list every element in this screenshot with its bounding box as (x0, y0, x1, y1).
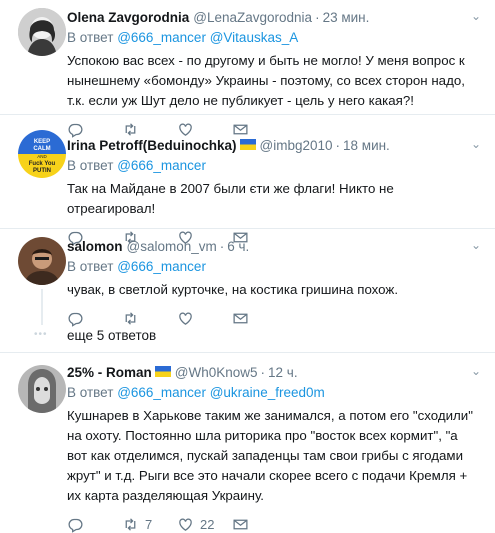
heart-icon (179, 518, 192, 531)
reply-context: В ответ @666_mancer (67, 157, 481, 175)
retweet-icon (125, 311, 136, 325)
show-more-replies-link[interactable]: еще 5 ответов (67, 328, 156, 343)
reply-prefix: В ответ (67, 158, 114, 173)
mention-link[interactable]: @666_mancer (117, 30, 206, 45)
chevron-down-icon[interactable]: ⌄ (471, 238, 481, 252)
avatar-text: AND (37, 154, 47, 159)
chevron-down-icon[interactable]: ⌄ (471, 9, 481, 23)
timestamp[interactable]: 12 ч. (268, 364, 298, 382)
avatar[interactable]: KEEP CALM AND Fuck You PUTIN (18, 130, 66, 178)
tweet-text: Так на Майдане в 2007 были єти же флаги!… (67, 181, 394, 216)
avatar-photo (18, 365, 66, 413)
avatar[interactable] (18, 237, 66, 285)
avatar-text: CALM (33, 146, 50, 152)
author-handle[interactable]: @imbg2010 (260, 137, 333, 155)
mail-icon (233, 519, 248, 529)
reply-prefix: В ответ (67, 385, 114, 400)
reply-prefix: В ответ (67, 30, 114, 45)
timestamp[interactable]: 6 ч. (227, 238, 249, 256)
avatar-photo (18, 237, 66, 285)
retweet-count: 7 (145, 516, 153, 532)
retweet-icon (125, 517, 136, 531)
chevron-down-icon[interactable]: ⌄ (471, 137, 481, 151)
mention-link[interactable]: @666_mancer (117, 385, 206, 400)
like-button[interactable] (177, 310, 232, 327)
like-count: 22 (200, 516, 215, 532)
avatar-text: Fuck You (29, 161, 56, 167)
mention-link[interactable]: @Vitauskas_A (210, 30, 299, 45)
separator-dot: · (260, 365, 266, 380)
like-button[interactable]: 22 (177, 516, 232, 533)
mention-link[interactable]: @666_mancer (117, 158, 206, 173)
tweet-text: чувак, в светлой курточке, на костика гр… (67, 282, 399, 297)
reply-button[interactable] (67, 516, 122, 533)
mention-link[interactable]: @666_mancer (117, 259, 206, 274)
ukraine-flag-icon (154, 366, 171, 377)
author-name[interactable]: 25% - Roman (67, 364, 152, 382)
thread-line (41, 289, 43, 325)
avatar[interactable] (18, 8, 66, 56)
avatar-text: PUTIN (33, 168, 51, 174)
avatar-keep-calm: KEEP CALM AND Fuck You PUTIN (18, 130, 66, 178)
mention-link[interactable]: @ukraine_freed0m (210, 385, 325, 400)
author-name[interactable]: Olena Zavgorodnia (67, 9, 189, 27)
heart-icon (179, 312, 192, 325)
separator-dot: · (219, 239, 225, 254)
author-handle[interactable]: @salomon_vm (127, 238, 217, 256)
tweet-item[interactable]: salomon @salomon_vm · 6 ч. ⌄ В ответ @66… (0, 229, 495, 349)
message-button[interactable] (232, 516, 287, 533)
tweet-item[interactable]: KEEP CALM AND Fuck You PUTIN Irina Petro… (0, 115, 495, 246)
timestamp[interactable]: 23 мин. (323, 9, 370, 27)
author-name[interactable]: Irina Petroff(Beduinochka) (67, 137, 237, 155)
tweet-text: Успокою вас всех - по другому и быть не … (67, 53, 465, 108)
separator-dot: · (335, 138, 341, 153)
timestamp[interactable]: 18 мин. (343, 137, 390, 155)
separator-dot: · (315, 10, 320, 25)
avatar[interactable] (18, 365, 66, 413)
avatar-photo (18, 8, 66, 56)
tweet-text: Кушнарев в Харькове таким же занимался, … (67, 408, 473, 503)
retweet-button[interactable] (122, 310, 177, 327)
author-name[interactable]: salomon (67, 238, 123, 256)
reply-context: В ответ @666_mancer @ukraine_freed0m (67, 384, 481, 402)
reply-icon (68, 312, 83, 327)
author-handle[interactable]: @Wh0Know5 (175, 364, 258, 382)
tweet-item[interactable]: 25% - Roman @Wh0Know5 · 12 ч. ⌄ В ответ … (0, 353, 495, 533)
tweet-item[interactable]: Olena Zavgorodnia @LenaZavgorodnia · 23 … (0, 0, 495, 138)
reply-button[interactable] (67, 310, 122, 327)
message-button[interactable] (232, 310, 287, 327)
thread-dots: ••• (34, 329, 48, 340)
reply-context: В ответ @666_mancer (67, 258, 481, 276)
reply-context: В ответ @666_mancer @Vitauskas_A (67, 29, 481, 47)
chevron-down-icon[interactable]: ⌄ (471, 364, 481, 378)
author-handle[interactable]: @LenaZavgorodnia (193, 9, 312, 27)
tweet-actions: 7 22 (67, 515, 481, 533)
reply-icon (68, 518, 83, 533)
ukraine-flag-icon (239, 139, 256, 150)
retweet-button[interactable]: 7 (122, 516, 177, 533)
mail-icon (233, 313, 248, 323)
reply-prefix: В ответ (67, 259, 114, 274)
tweet-actions (67, 309, 481, 327)
avatar-text: KEEP (34, 139, 50, 145)
